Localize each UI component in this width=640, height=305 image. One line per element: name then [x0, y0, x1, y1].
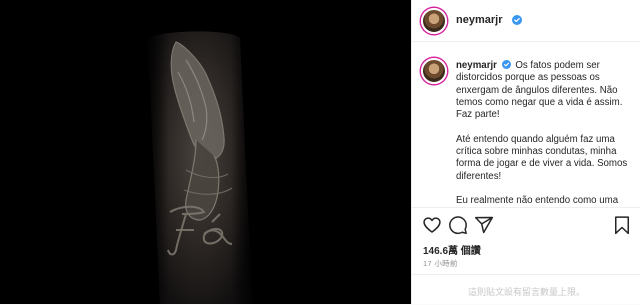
comments-disabled-text: 這則貼文設有留言數量上限。 [467, 287, 585, 297]
heart-icon[interactable] [422, 215, 442, 235]
post-header: neymarjr [412, 0, 640, 42]
caption-paragraph-3: Eu realmente não entendo como uma [456, 195, 619, 207]
post-actions: 146.6萬 個讚 17 小時前 這則貼文設有留言數量上限。 [412, 207, 640, 304]
likes-count[interactable]: 146.6萬 個讚 [423, 242, 481, 257]
avatar[interactable] [421, 8, 447, 34]
verified-badge-icon [512, 15, 522, 25]
post-sidebar: neymarjr neymarjr Os fatos podem ser dis… [411, 0, 640, 304]
comments-disabled-notice: 這則貼文設有留言數量上限。 [412, 274, 640, 305]
verified-badge-icon [501, 60, 511, 69]
post-timestamp[interactable]: 17 小時前 [423, 258, 458, 269]
post-image[interactable] [0, 0, 411, 304]
caption-text: neymarjr Os fatos podem ser distorcidos … [456, 60, 636, 207]
tattoo-arm-photo [148, 31, 252, 304]
caption-avatar[interactable] [421, 58, 447, 84]
caption-area: neymarjr Os fatos podem ser distorcidos … [412, 42, 640, 207]
bookmark-icon[interactable] [612, 215, 632, 235]
caption-username-link[interactable]: neymarjr [456, 60, 497, 71]
caption-paragraph-2: Até entendo quando alguém faz uma crític… [456, 133, 628, 182]
comment-icon[interactable] [448, 215, 468, 235]
username-link[interactable]: neymarjr [456, 14, 502, 26]
instagram-post: neymarjr neymarjr Os fatos podem ser dis… [0, 0, 640, 304]
share-icon[interactable] [474, 215, 494, 235]
